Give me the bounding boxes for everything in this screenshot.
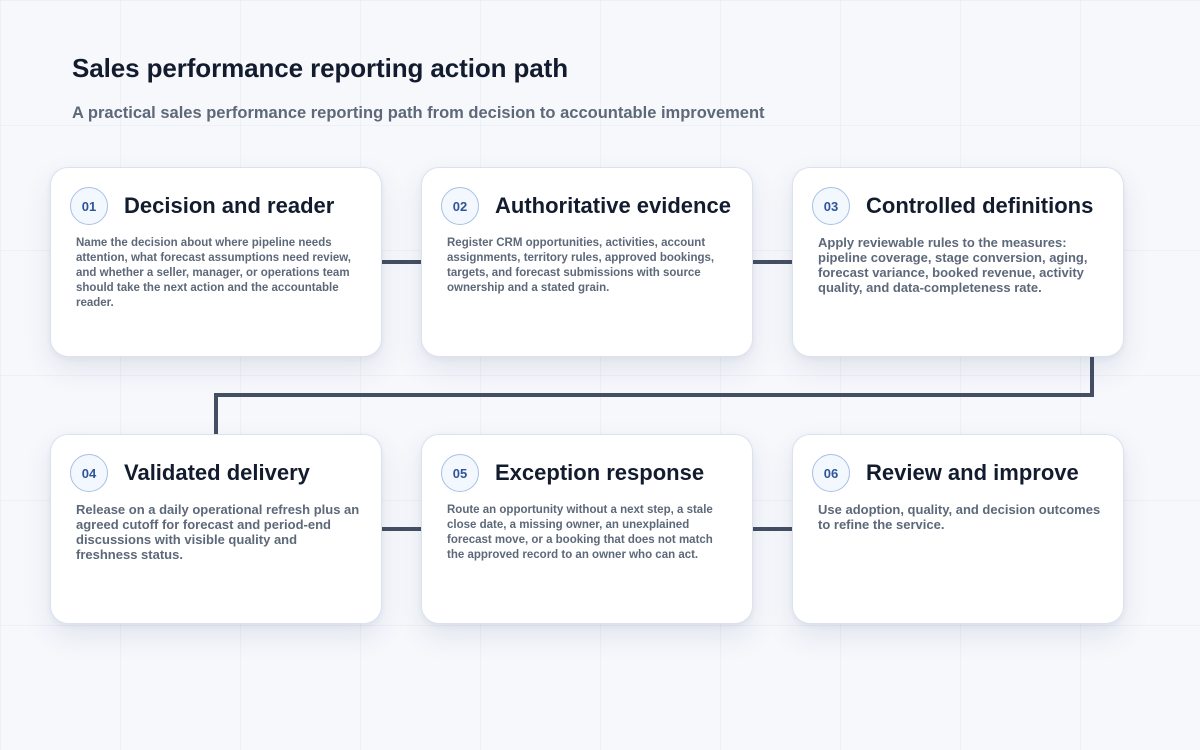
step-title: Review and improve <box>866 460 1079 485</box>
step-description: Name the decision about where pipeline n… <box>76 237 352 309</box>
step-number-badge: 04 <box>70 454 108 492</box>
step-number-badge: 05 <box>441 454 479 492</box>
step-number-badge: 01 <box>70 187 108 225</box>
step-number-badge: 03 <box>812 187 850 225</box>
step-description: Apply reviewable rules to the measures: … <box>818 235 1088 295</box>
step-title: Authoritative evidence <box>495 193 731 218</box>
step-title: Validated delivery <box>124 460 310 485</box>
step-description: Register CRM opportunities, activities, … <box>447 237 715 294</box>
connector-03-04 <box>214 357 1094 434</box>
step-card-controlled-definitions: 03 Controlled definitions Apply reviewab… <box>792 167 1124 357</box>
step-number-badge: 06 <box>812 454 850 492</box>
step-title: Decision and reader <box>124 193 335 218</box>
step-description: Route an opportunity without a next step… <box>447 504 713 561</box>
step-description: Release on a daily operational refresh p… <box>76 502 360 562</box>
step-connectors <box>214 260 1094 531</box>
step-card-review-and-improve: 06 Review and improve Use adoption, qual… <box>792 434 1124 624</box>
step-card-exception-response: 05 Exception response Route an opportuni… <box>421 434 753 624</box>
step-description: Use adoption, quality, and decision outc… <box>818 502 1101 532</box>
step-title: Exception response <box>495 460 705 485</box>
step-card-authoritative-evidence: 02 Authoritative evidence Register CRM o… <box>421 167 753 357</box>
step-card-validated-delivery: 04 Validated delivery Release on a daily… <box>50 434 382 624</box>
step-title: Controlled definitions <box>866 193 1094 218</box>
step-number-badge: 02 <box>441 187 479 225</box>
step-card-decision-and-reader: 01 Decision and reader Name the decision… <box>50 167 382 357</box>
